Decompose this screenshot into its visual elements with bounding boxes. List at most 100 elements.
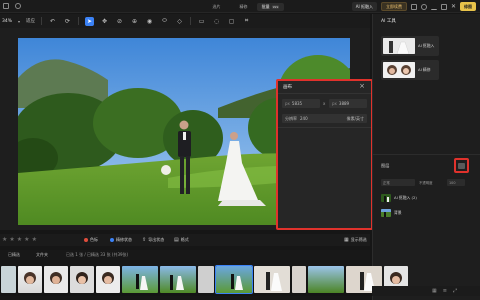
layer-row[interactable]: AI 抠融入 (2) xyxy=(381,192,471,204)
thumbnail-selected[interactable] xyxy=(215,265,253,294)
divider xyxy=(373,154,480,155)
expand-icon[interactable]: ⤢ xyxy=(453,288,457,294)
tab-batch[interactable]: 批量 999 xyxy=(257,3,284,11)
tab-retouch[interactable]: 精修 xyxy=(230,3,257,11)
upgrade-button[interactable]: 修图 xyxy=(460,2,476,11)
star-icon[interactable]: ★ xyxy=(9,236,14,243)
star-icon[interactable]: ★ xyxy=(2,236,7,243)
comment-icon[interactable]: ▢ xyxy=(227,17,236,26)
tab-label: 精修 xyxy=(239,4,248,9)
thumbnail[interactable] xyxy=(44,266,68,293)
chevron-down-icon[interactable]: ▾ xyxy=(18,19,20,24)
marquee-icon[interactable]: ▭ xyxy=(197,17,206,26)
action-label: 色标 xyxy=(90,237,98,242)
tab-badge: 999 xyxy=(271,5,280,9)
ai-retouch-thumbnail xyxy=(383,62,415,78)
dialog-title: 画布 xyxy=(283,85,292,90)
divider xyxy=(41,17,43,25)
star-icon[interactable]: ★ xyxy=(24,236,29,243)
tab-label: 选片 xyxy=(212,4,221,9)
divider xyxy=(278,127,371,128)
thumbnail[interactable] xyxy=(122,266,158,293)
layer-thumbnail xyxy=(381,194,391,202)
zoom-level[interactable]: 34% xyxy=(2,19,12,24)
move-icon[interactable]: ✥ xyxy=(100,17,109,26)
width-field[interactable]: px 5835 xyxy=(282,99,320,108)
height-field[interactable]: px 3889 xyxy=(329,99,367,108)
thumbnail-image xyxy=(50,272,62,284)
select-icon[interactable]: ➤ xyxy=(85,16,95,26)
thumbnail[interactable] xyxy=(308,266,344,293)
new-layer-button[interactable] xyxy=(454,158,469,173)
close-icon[interactable]: × xyxy=(359,82,365,90)
canvas-size-dialog: 画布 × px 5835 x px 3889 分辨率 240 像素/英寸 xyxy=(276,79,373,230)
export-status-button[interactable]: ⇪ 导出状态 xyxy=(142,237,164,243)
thumbnail[interactable] xyxy=(18,266,42,293)
link-icon[interactable]: x xyxy=(323,101,325,106)
vip-renew-button[interactable]: 立即续费 xyxy=(380,2,407,11)
width-unit: px xyxy=(285,101,290,106)
minimize-icon[interactable] xyxy=(430,4,437,10)
layer-row[interactable]: 背景 xyxy=(381,207,471,219)
opacity-input[interactable]: 100 xyxy=(447,179,465,186)
filmstrip xyxy=(0,265,408,296)
tab-select[interactable]: 选片 xyxy=(203,3,230,11)
format-button[interactable]: ▤ 格式 xyxy=(174,237,189,243)
history-icon[interactable]: ⟳ xyxy=(63,17,72,26)
action-label: 格式 xyxy=(180,237,189,242)
star-icon[interactable]: ★ xyxy=(17,236,22,243)
settings-icon[interactable] xyxy=(410,3,417,10)
height-value: 3889 xyxy=(338,101,350,106)
blend-mode-select[interactable]: 正常 xyxy=(381,179,415,186)
thumbnail[interactable] xyxy=(198,266,214,293)
color-dot-icon xyxy=(84,238,88,242)
user-icon[interactable] xyxy=(420,3,427,10)
resolution-field[interactable]: 分辨率 240 像素/英寸 xyxy=(282,114,367,123)
list-icon[interactable]: ≡ xyxy=(443,288,447,294)
status-dot-icon xyxy=(110,238,114,242)
clone-icon[interactable]: ⊕ xyxy=(130,17,139,26)
fit-button[interactable]: 适应 xyxy=(26,18,35,24)
thumbnail-image xyxy=(102,272,114,284)
filter-bar: 已精选 文件夹 已选 1 张 / 已精选 33 张 (共39张) xyxy=(0,250,370,260)
lasso-icon[interactable]: ◌ xyxy=(212,17,221,26)
thumbnail[interactable] xyxy=(160,266,196,293)
color-label-button[interactable]: 色标 xyxy=(84,237,98,243)
thumbnail[interactable] xyxy=(1,266,16,293)
layer-name: AI 抠融入 (2) xyxy=(394,195,417,200)
brush-icon[interactable]: ⬭ xyxy=(160,17,169,26)
thumbnail[interactable] xyxy=(254,266,290,293)
undo-icon[interactable]: ↶ xyxy=(48,17,57,26)
tab-selected[interactable]: 已精选 xyxy=(8,252,20,258)
eye-icon[interactable]: ◉ xyxy=(145,17,154,26)
thumbnail-image xyxy=(170,275,184,290)
maximize-icon[interactable] xyxy=(440,3,447,10)
ai-feature-button[interactable]: AI 抠融入 xyxy=(351,2,377,11)
crop-icon[interactable]: ⌗ xyxy=(242,17,251,26)
folder-icon[interactable] xyxy=(15,3,21,9)
layer-thumbnail-image xyxy=(381,209,391,217)
thumbnail[interactable] xyxy=(292,266,306,293)
format-icon: ▤ xyxy=(174,237,179,243)
thumbnail[interactable] xyxy=(96,266,120,293)
action-label: 精修状态 xyxy=(116,237,132,242)
card-label: AI 抠融入 xyxy=(418,43,435,48)
ai-retouch-card[interactable]: AI 精修 xyxy=(381,60,439,80)
rating-stars[interactable]: ★ ★ ★ ★ ★ xyxy=(2,236,37,243)
retouch-status-button[interactable]: 精修状态 xyxy=(110,237,132,243)
tab-folders[interactable]: 文件夹 xyxy=(36,252,48,258)
close-window-icon[interactable]: ✕ xyxy=(451,3,456,10)
heal-icon[interactable]: ⊘ xyxy=(115,17,124,26)
thumbnail[interactable] xyxy=(70,266,94,293)
eraser-icon[interactable]: ◇ xyxy=(175,17,184,26)
ai-cutout-card[interactable]: AI 抠融入 xyxy=(381,36,439,56)
layer-thumbnail xyxy=(381,209,391,217)
action-bar: ★ ★ ★ ★ ★ 色标 精修状态 ⇪ 导出状态 ▤ 格式 ▦ 显示筛选 xyxy=(0,234,370,246)
star-icon[interactable]: ★ xyxy=(32,236,37,243)
resolution-value: 240 xyxy=(300,116,308,121)
grid-icon[interactable]: ▦ xyxy=(432,288,437,294)
tool-bar: 34% ▾ 适应 ↶ ⟳ ➤ ✥ ⊘ ⊕ ◉ ⬭ ◇ ▭ ◌ ▢ ⌗ xyxy=(0,14,370,28)
width-value: 5835 xyxy=(291,101,303,106)
show-filter-button[interactable]: ▦ 显示筛选 xyxy=(344,237,367,243)
action-label: 显示筛选 xyxy=(350,237,367,242)
